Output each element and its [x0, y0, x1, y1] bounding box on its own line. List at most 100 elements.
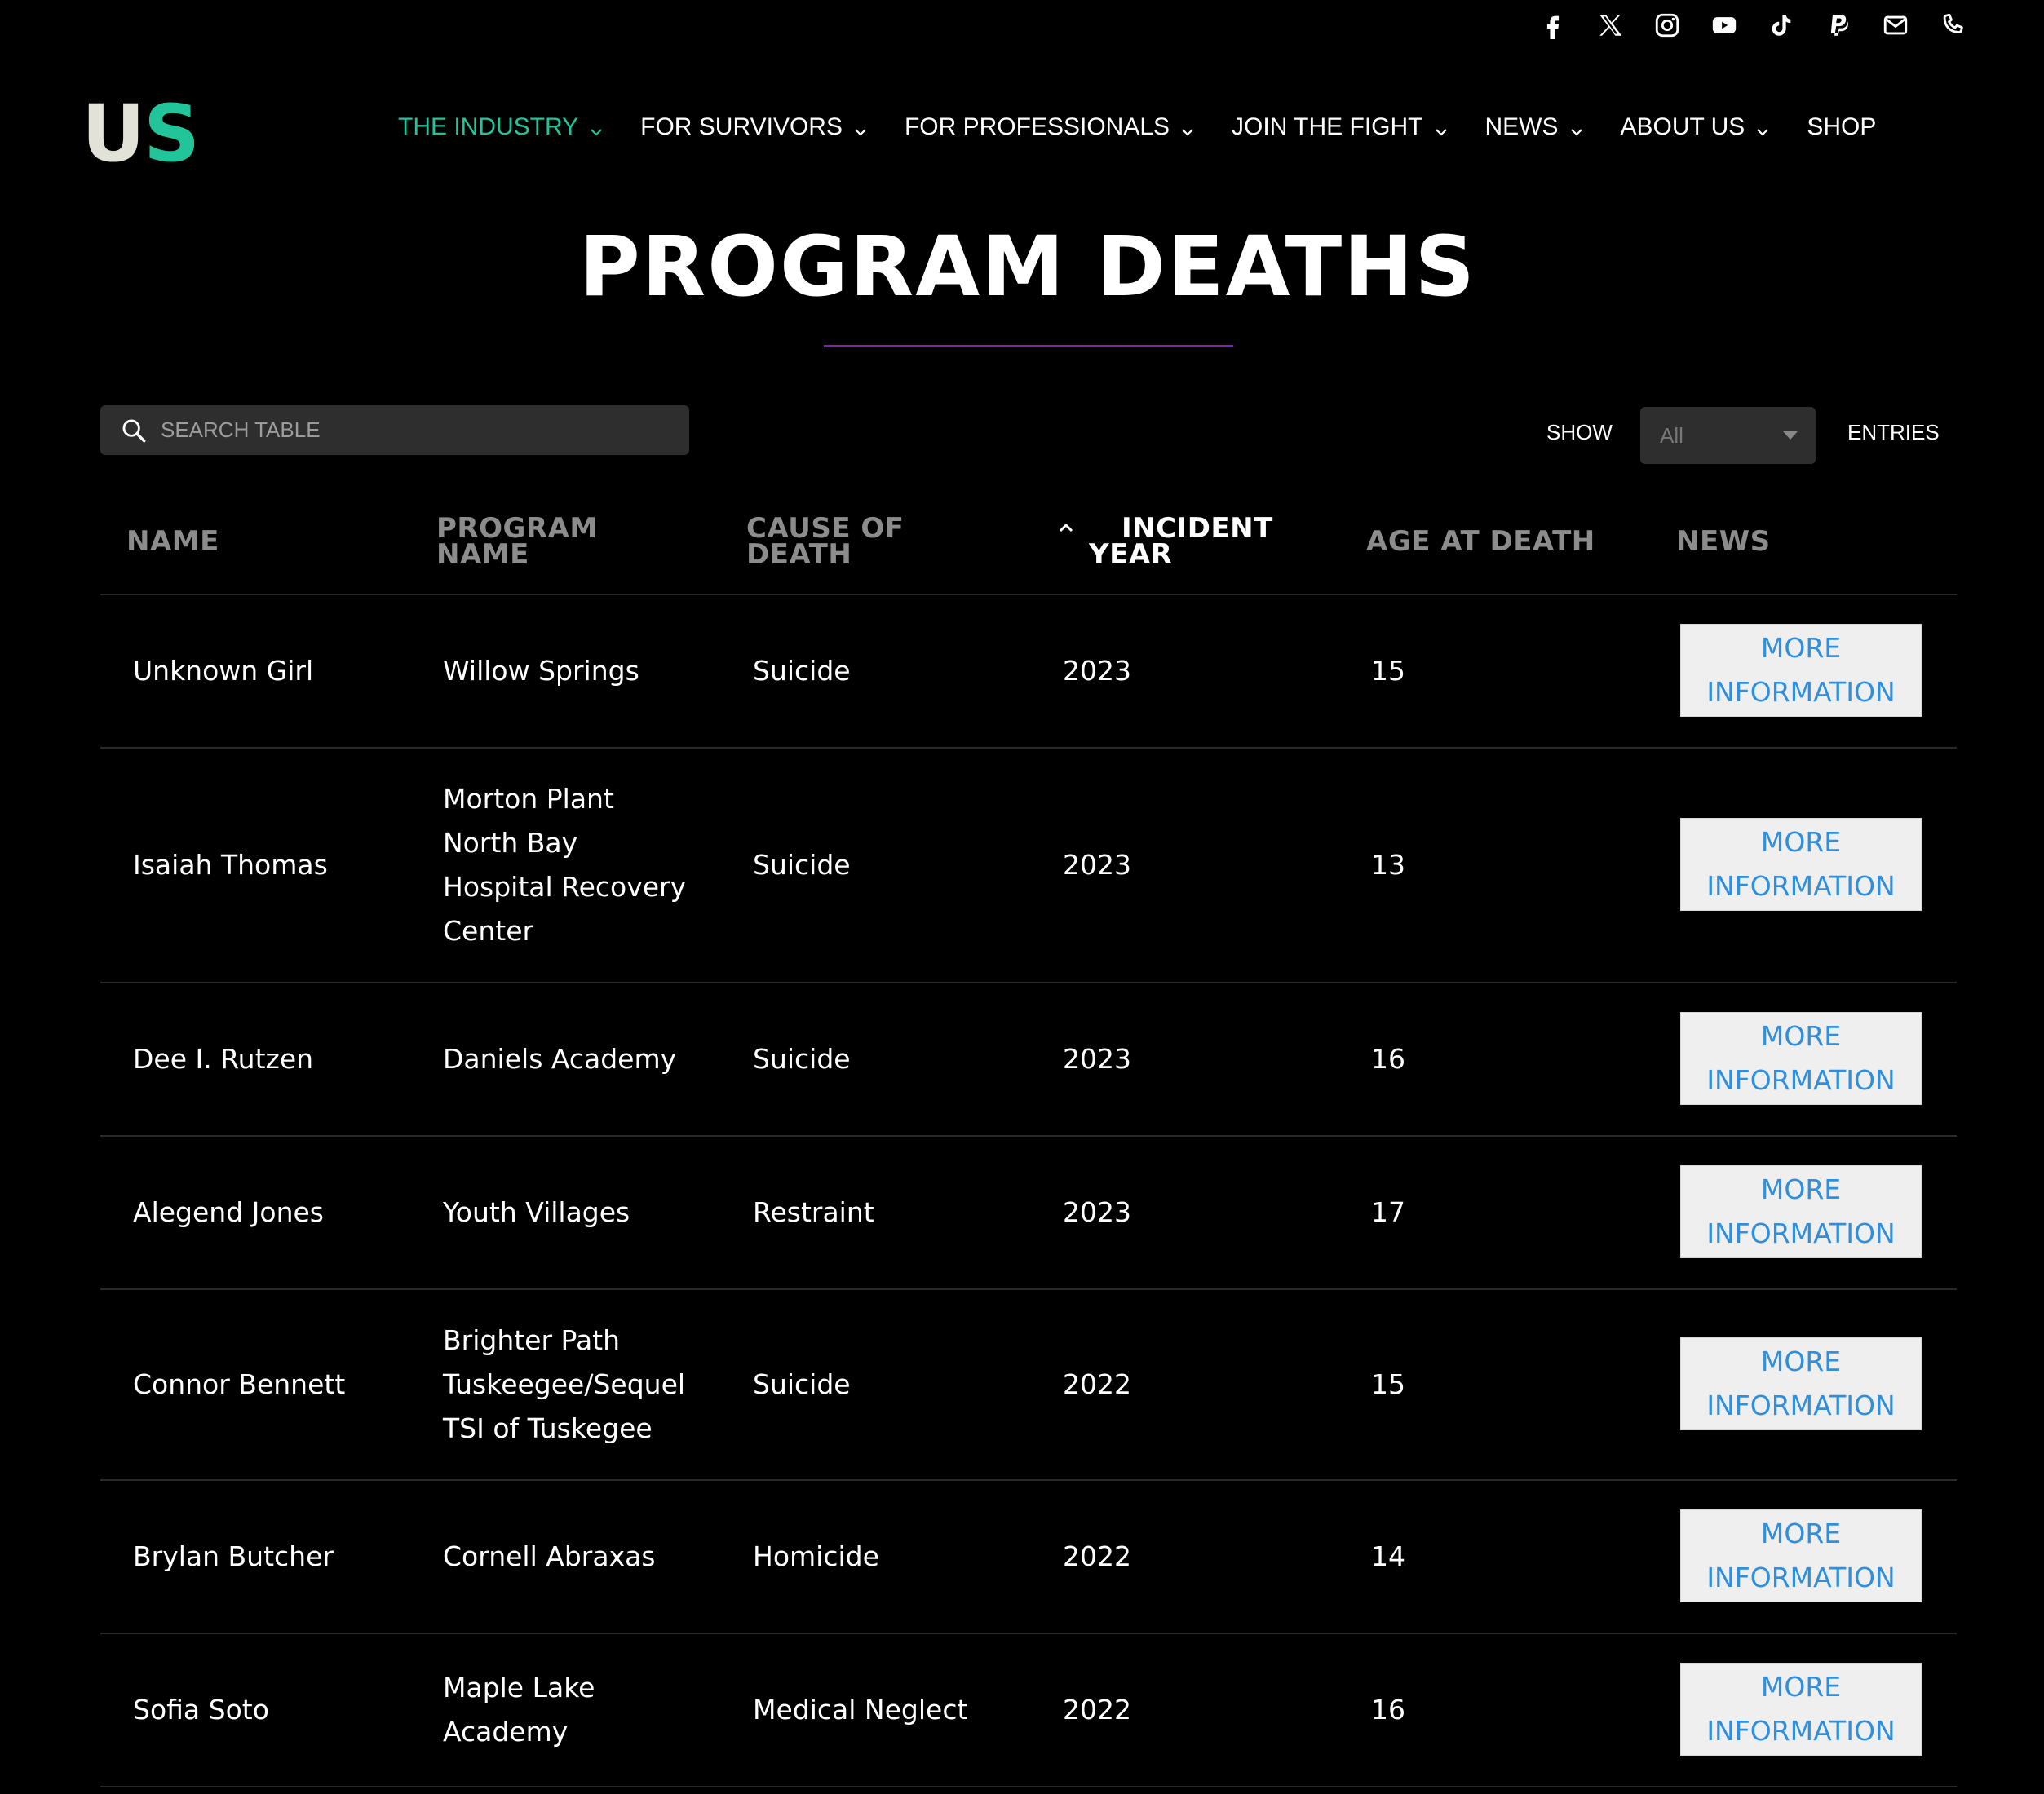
column-header-incident-year[interactable]: INCIDENT YEAR	[1056, 489, 1273, 594]
cell-program-name: Cornell Abraxas	[443, 1481, 656, 1633]
cell-program-name: Brighter Path Tuskeegee/Sequel TSI of Tusk…	[443, 1290, 685, 1479]
cell-program-name: Daniels Academy	[443, 983, 676, 1135]
cell-incident-year: 2022	[1063, 1694, 1131, 1726]
column-header-line: NAME	[436, 538, 529, 571]
button-label-line: INFORMATION	[1706, 1064, 1896, 1096]
cell-incident-year: 2023	[1063, 1043, 1131, 1075]
nav-item-join-the-fight[interactable]: JOIN THE FIGHT	[1232, 113, 1449, 141]
program-name-line: Brighter Path	[443, 1324, 621, 1356]
program-name-line: North Bay	[443, 827, 578, 859]
more-information-button[interactable]: MORE INFORMATION	[1680, 1663, 1922, 1756]
cell-name: Unknown Girl	[133, 655, 314, 687]
button-label-line: INFORMATION	[1706, 1390, 1896, 1421]
nav-item-the-industry[interactable]: THE INDUSTRY	[398, 113, 604, 141]
search-icon	[122, 419, 146, 442]
cell-program-name: Youth Villages	[443, 1137, 630, 1288]
button-label-line: MORE	[1760, 826, 1842, 858]
more-information-button[interactable]: MORE INFORMATION	[1680, 1509, 1922, 1602]
table-row: Alegend Jones Youth Villages Restraint 2023…	[100, 1137, 1957, 1290]
cell-age-at-death: 13	[1371, 849, 1405, 881]
nav-item-news[interactable]: NEWS	[1485, 113, 1585, 141]
table-header: NAME PROGRAM NAME CAUSE OF DEATH INCIDENT YEAR…	[100, 489, 1957, 595]
chevron-down-icon	[1568, 119, 1585, 136]
logo-letter-s: S	[143, 88, 200, 179]
more-information-button[interactable]: MORE INFORMATION	[1680, 1012, 1922, 1105]
cell-cause-of-death: Suicide	[753, 655, 851, 687]
cell-age-at-death: 17	[1371, 1196, 1405, 1228]
table-body: Unknown Girl Willow Springs Suicide 2023 15 M…	[100, 595, 1957, 1787]
cell-incident-year: 2023	[1063, 849, 1131, 881]
nav-item-shop[interactable]: SHOP	[1807, 113, 1876, 141]
cell-age-at-death: 16	[1371, 1043, 1405, 1075]
search-input[interactable]	[159, 417, 652, 444]
program-name-line: Morton Plant	[443, 783, 614, 815]
entries-label: ENTRIES	[1847, 420, 1940, 444]
deaths-table: NAME PROGRAM NAME CAUSE OF DEATH INCIDENT YEAR…	[100, 489, 1957, 1787]
phone-icon[interactable]	[1938, 11, 1967, 40]
cell-age-at-death: 16	[1371, 1694, 1405, 1726]
email-icon[interactable]	[1881, 11, 1910, 40]
cell-incident-year: 2022	[1063, 1368, 1131, 1400]
column-header-news[interactable]: NEWS	[1676, 489, 1771, 594]
table-row: Isaiah Thomas Morton Plant North Bay Hospit…	[100, 749, 1957, 983]
button-label-line: MORE	[1760, 632, 1842, 664]
entries-selected-value: All	[1660, 422, 1683, 448]
cell-cause-of-death: Suicide	[753, 849, 851, 881]
main-nav: THE INDUSTRY FOR SURVIVORS FOR PROFESSIONA…	[398, 106, 1876, 148]
button-label-line: INFORMATION	[1706, 1715, 1896, 1747]
column-header-name[interactable]: NAME	[126, 489, 219, 594]
nav-item-for-professionals[interactable]: FOR PROFESSIONALS	[905, 113, 1196, 141]
nav-item-for-survivors[interactable]: FOR SURVIVORS	[640, 113, 869, 141]
more-information-button[interactable]: MORE INFORMATION	[1680, 1337, 1922, 1430]
button-label-line: INFORMATION	[1706, 1217, 1896, 1249]
entries-select[interactable]: All	[1640, 407, 1816, 464]
column-header-line: NEWS	[1676, 525, 1771, 558]
site-logo[interactable]: US	[82, 95, 200, 173]
more-information-button[interactable]: MORE INFORMATION	[1680, 624, 1922, 717]
nav-item-label: ABOUT US	[1620, 113, 1745, 140]
cell-age-at-death: 15	[1371, 655, 1405, 687]
facebook-icon[interactable]	[1538, 11, 1568, 40]
tiktok-icon[interactable]	[1767, 11, 1796, 40]
table-row: Connor Bennett Brighter Path Tuskeegee/Seq…	[100, 1290, 1957, 1481]
chevron-down-icon	[1754, 119, 1771, 136]
cell-cause-of-death: Suicide	[753, 1043, 851, 1075]
chevron-down-icon	[588, 119, 604, 136]
column-header-age-at-death[interactable]: AGE AT DEATH	[1366, 489, 1595, 594]
x-icon[interactable]	[1595, 11, 1625, 40]
column-header-line: DEATH	[746, 538, 852, 571]
cell-program-name: Maple Lake Academy	[443, 1634, 595, 1786]
nav-item-about-us[interactable]: ABOUT US	[1621, 113, 1772, 141]
cell-incident-year: 2022	[1063, 1540, 1131, 1572]
cell-program-name: Morton Plant North Bay Hospital Recovery Ce…	[443, 749, 686, 982]
cell-cause-of-death: Homicide	[753, 1540, 879, 1572]
button-label-line: MORE	[1760, 1346, 1842, 1377]
program-name-line: Center	[443, 915, 534, 947]
instagram-icon[interactable]	[1652, 11, 1682, 40]
program-name-line: Youth Villages	[443, 1196, 630, 1228]
nav-item-label: JOIN THE FIGHT	[1232, 113, 1423, 140]
more-information-button[interactable]: MORE INFORMATION	[1680, 1165, 1922, 1258]
youtube-icon[interactable]	[1710, 11, 1739, 40]
cell-age-at-death: 14	[1371, 1540, 1405, 1572]
program-name-line: Hospital Recovery	[443, 871, 687, 903]
program-name-line: Willow Springs	[443, 655, 639, 687]
logo-letter-u: U	[82, 88, 145, 179]
nav-item-label: FOR PROFESSIONALS	[904, 113, 1170, 140]
cell-name: Connor Bennett	[133, 1368, 346, 1400]
column-header-line: AGE AT DEATH	[1366, 525, 1595, 558]
button-label-line: INFORMATION	[1706, 676, 1896, 708]
column-header-program-name[interactable]: PROGRAM NAME	[436, 489, 598, 594]
column-header-cause-of-death[interactable]: CAUSE OF DEATH	[746, 489, 905, 594]
cell-name: Isaiah Thomas	[133, 849, 328, 881]
table-row: Unknown Girl Willow Springs Suicide 2023 15 M…	[100, 595, 1957, 749]
more-information-button[interactable]: MORE INFORMATION	[1680, 818, 1922, 911]
cell-cause-of-death: Suicide	[753, 1368, 851, 1400]
button-label-line: MORE	[1760, 1671, 1842, 1703]
paypal-icon[interactable]	[1824, 11, 1853, 40]
cell-incident-year: 2023	[1063, 1196, 1131, 1228]
cell-age-at-death: 15	[1371, 1368, 1405, 1400]
show-label: SHOW	[1546, 420, 1613, 444]
cell-name: Alegend Jones	[133, 1196, 324, 1228]
button-label-line: MORE	[1760, 1173, 1842, 1205]
